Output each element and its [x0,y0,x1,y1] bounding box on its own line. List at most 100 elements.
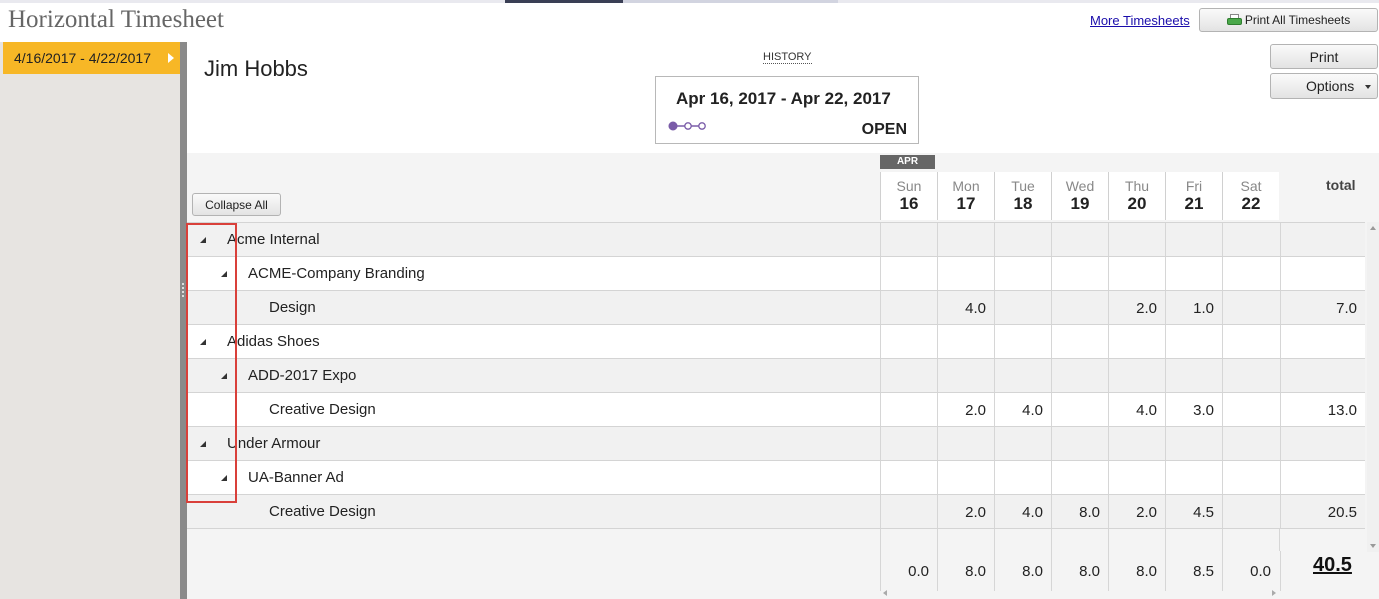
hours-cell[interactable] [1222,291,1279,324]
period-summary: Apr 16, 2017 - Apr 22, 2017 OPEN [655,76,919,144]
hours-cell[interactable] [1051,393,1108,426]
scroll-left-icon[interactable] [883,590,887,596]
hours-cell[interactable] [1051,427,1108,460]
app-title: Horizontal Timesheet [8,6,224,33]
total-column-header: total [1326,177,1356,193]
hours-cell[interactable] [1051,291,1108,324]
hours-cell[interactable] [880,291,937,324]
daily-total-cell: 0.0 [880,551,937,591]
hours-cell[interactable]: 4.5 [1165,495,1222,528]
hours-cell[interactable] [1051,461,1108,494]
options-button[interactable]: Options [1270,73,1378,99]
hours-cell[interactable] [1222,257,1279,290]
day-number: 16 [899,194,919,213]
hours-cell[interactable] [880,325,937,358]
hours-cell[interactable] [1222,461,1279,494]
scroll-right-icon[interactable] [1272,590,1276,596]
hours-cell[interactable] [994,325,1051,358]
day-header: Thu 20 [1108,172,1165,220]
hours-cell[interactable] [1165,257,1222,290]
sidebar-item-period[interactable]: 4/16/2017 - 4/22/2017 [3,42,180,74]
hours-cell[interactable]: 2.0 [1108,495,1165,528]
hours-cell[interactable]: 2.0 [1108,291,1165,324]
hours-cell[interactable] [937,461,994,494]
more-timesheets-link[interactable]: More Timesheets [1090,13,1190,28]
table-row: UA-Banner Ad [187,460,1365,494]
hours-cell[interactable] [937,427,994,460]
hours-cell[interactable] [1222,223,1279,256]
hours-cell[interactable] [1051,325,1108,358]
row-total-cell [1280,325,1365,358]
row-label: Adidas Shoes [227,333,320,350]
hours-cell[interactable]: 4.0 [994,495,1051,528]
hours-cell[interactable] [1222,495,1279,528]
hours-cell[interactable] [1222,359,1279,392]
hours-cell[interactable]: 4.0 [994,393,1051,426]
vertical-scrollbar[interactable] [1367,222,1379,552]
hours-cell[interactable] [937,223,994,256]
hours-cell[interactable] [937,257,994,290]
row-total-cell: 7.0 [1280,291,1365,324]
month-label: APR [880,155,935,169]
row-total-cell [1280,461,1365,494]
print-all-label: Print All Timesheets [1244,13,1351,27]
hours-cell[interactable] [880,223,937,256]
hours-cell[interactable] [1051,223,1108,256]
hours-cell[interactable] [994,223,1051,256]
hours-cell[interactable] [1165,325,1222,358]
hours-cell[interactable] [1222,393,1279,426]
row-label: ACME-Company Branding [248,265,425,282]
hours-cell[interactable] [994,291,1051,324]
day-header: Wed 19 [1051,172,1108,220]
hours-cell[interactable]: 8.0 [1051,495,1108,528]
row-label: UA-Banner Ad [248,469,344,486]
top-progress-strip [0,0,1379,3]
hours-cell[interactable] [880,461,937,494]
hours-cell[interactable] [880,393,937,426]
approval-progress-indicator [668,121,706,131]
day-header: Sun 16 [880,172,937,220]
hours-cell[interactable]: 1.0 [1165,291,1222,324]
hours-cell[interactable] [1051,257,1108,290]
hours-cell[interactable]: 4.0 [937,291,994,324]
hours-cell[interactable]: 3.0 [1165,393,1222,426]
hours-cell[interactable] [994,257,1051,290]
hours-cell[interactable] [937,325,994,358]
hours-cell[interactable] [937,359,994,392]
print-button[interactable]: Print [1270,44,1378,69]
hours-cell[interactable] [1108,223,1165,256]
hours-cell[interactable] [994,359,1051,392]
hours-cell[interactable] [880,359,937,392]
hours-cell[interactable]: 2.0 [937,393,994,426]
print-all-button[interactable]: Print All Timesheets [1199,8,1378,32]
day-header: Mon 17 [937,172,994,220]
hours-cell[interactable] [1108,257,1165,290]
hours-cell[interactable] [880,427,937,460]
hours-cell[interactable] [1108,427,1165,460]
options-label: Options [1306,78,1355,94]
hours-cell[interactable] [880,495,937,528]
hours-cell[interactable] [880,257,937,290]
hours-cell[interactable] [994,461,1051,494]
table-row: Under Armour [187,426,1365,460]
day-name: Tue [1011,178,1035,194]
daily-total-cell: 8.0 [1108,551,1165,591]
hours-cell[interactable] [994,427,1051,460]
hours-cell[interactable] [1165,359,1222,392]
hours-cell[interactable] [1165,461,1222,494]
hours-cell[interactable] [1222,427,1279,460]
row-total-cell: 20.5 [1280,495,1365,528]
hours-cell[interactable]: 4.0 [1108,393,1165,426]
hours-cell[interactable] [1165,427,1222,460]
hours-cell[interactable] [1165,223,1222,256]
hours-cell[interactable]: 2.0 [937,495,994,528]
hours-cell[interactable] [1051,359,1108,392]
hours-cell[interactable] [1108,325,1165,358]
daily-total-cell: 8.0 [994,551,1051,591]
history-link[interactable]: HISTORY [763,51,812,64]
hours-cell[interactable] [1108,359,1165,392]
hours-cell[interactable] [1108,461,1165,494]
collapse-all-button[interactable]: Collapse All [192,193,281,216]
printer-icon [1226,13,1242,27]
hours-cell[interactable] [1222,325,1279,358]
